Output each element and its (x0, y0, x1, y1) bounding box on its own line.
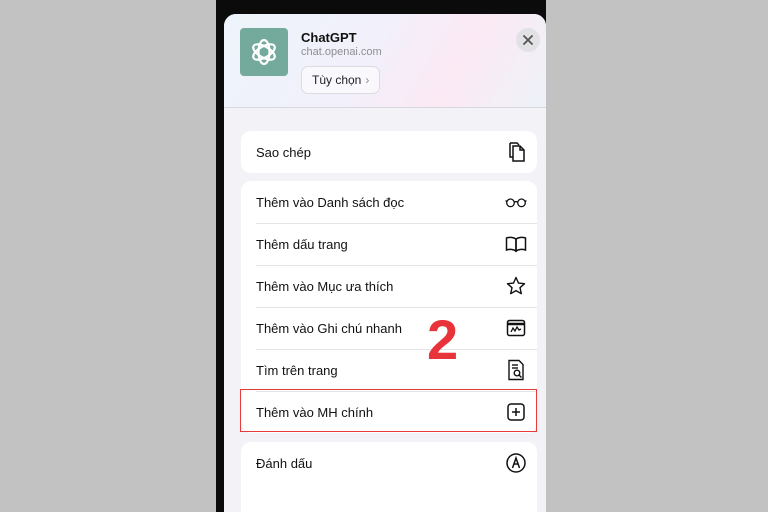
step-number-annotation: 2 (427, 308, 459, 371)
chevron-right-icon: › (365, 73, 370, 87)
action-copy[interactable]: Sao chép (241, 131, 537, 173)
action-label: Thêm vào Danh sách đọc (256, 194, 405, 210)
action-find-on-page[interactable]: Tìm trên trang (241, 349, 537, 391)
action-markup[interactable]: Đánh dấu (241, 442, 537, 484)
action-label: Thêm dấu trang (256, 236, 348, 252)
action-add-reading-list[interactable]: Thêm vào Danh sách đọc (241, 181, 537, 223)
share-sheet-header: ChatGPT chat.openai.com Tùy chọn › (224, 14, 546, 108)
action-add-bookmark[interactable]: Thêm dấu trang (241, 223, 537, 265)
share-sheet: ChatGPT chat.openai.com Tùy chọn › Sao c… (224, 14, 546, 512)
app-url: chat.openai.com (301, 46, 382, 58)
copy-icon (505, 141, 527, 163)
reading-glasses-icon (505, 191, 527, 213)
options-button[interactable]: Tùy chọn › (301, 66, 381, 94)
action-add-quick-note[interactable]: Thêm vào Ghi chú nhanh (241, 307, 537, 349)
action-add-favorites[interactable]: Thêm vào Mục ưa thích (241, 265, 537, 307)
copy-group: Sao chép (241, 131, 537, 173)
close-button[interactable] (516, 28, 540, 52)
markup-pen-icon (505, 452, 527, 474)
app-title: ChatGPT (301, 30, 357, 45)
chatgpt-logo-icon (240, 28, 288, 76)
action-label: Sao chép (256, 144, 311, 160)
action-label: Tìm trên trang (256, 362, 338, 378)
book-icon (505, 233, 527, 255)
highlight-box-add-home-screen (240, 389, 537, 432)
star-icon (505, 275, 527, 297)
action-label: Thêm vào Ghi chú nhanh (256, 320, 402, 336)
action-label: Đánh dấu (256, 455, 313, 471)
action-label: Thêm vào Mục ưa thích (256, 278, 394, 294)
quick-note-icon (505, 317, 527, 339)
options-label: Tùy chọn (312, 73, 362, 87)
find-in-page-icon (505, 359, 527, 381)
markup-group: Đánh dấu (241, 442, 537, 512)
close-icon (523, 35, 533, 45)
